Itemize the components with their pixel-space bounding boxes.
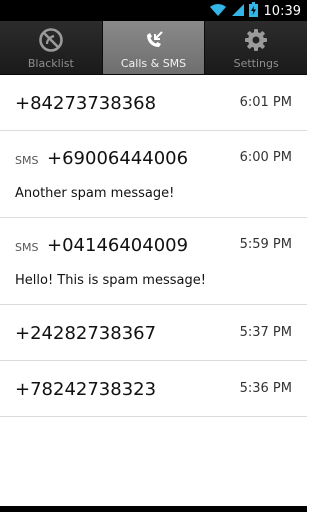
status-icons: 10:39 <box>209 2 301 21</box>
tab-label: Settings <box>233 57 279 70</box>
bottom-bar <box>0 506 307 512</box>
timestamp: 5:37 PM <box>239 325 292 340</box>
status-bar: 10:39 <box>0 0 307 21</box>
timestamp: 5:59 PM <box>239 237 292 252</box>
list-item[interactable]: SMS +69006444006 6:00 PM Another spam me… <box>0 131 307 218</box>
list-item[interactable]: +24282738367 5:37 PM <box>0 305 307 361</box>
timestamp: 6:01 PM <box>239 95 292 110</box>
wifi-icon <box>209 2 227 21</box>
message-text: Hello! This is spam message! <box>15 273 206 288</box>
phone-number: +69006444006 <box>47 148 189 169</box>
sms-badge: SMS <box>15 154 39 167</box>
gear-icon <box>243 27 269 53</box>
phone-number: +24282738367 <box>15 323 157 344</box>
phone-number: +78242738323 <box>15 379 157 400</box>
signal-icon <box>231 2 245 21</box>
phone-number: +84273738368 <box>15 93 157 114</box>
tab-label: Blacklist <box>27 57 74 70</box>
tab-bar: Blacklist Calls & SMS Settings <box>0 21 307 75</box>
list-item[interactable]: +78242738323 5:36 PM <box>0 361 307 417</box>
timestamp: 6:00 PM <box>239 150 292 165</box>
message-text: Another spam message! <box>15 186 175 201</box>
phone-number: +04146404009 <box>47 235 189 256</box>
tab-label: Calls & SMS <box>120 57 187 70</box>
timestamp: 5:36 PM <box>239 381 292 396</box>
calls-sms-list: +84273738368 6:01 PM SMS +69006444006 6:… <box>0 75 307 417</box>
list-item[interactable]: SMS +04146404009 5:59 PM Hello! This is … <box>0 218 307 305</box>
battery-charging-icon <box>248 2 258 21</box>
sms-badge: SMS <box>15 241 39 254</box>
tab-blacklist[interactable]: Blacklist <box>0 21 103 74</box>
blocked-icon <box>38 27 64 53</box>
tab-settings[interactable]: Settings <box>205 21 307 74</box>
status-time: 10:39 <box>263 4 301 19</box>
tab-calls-sms[interactable]: Calls & SMS <box>102 21 206 74</box>
list-item[interactable]: +84273738368 6:01 PM <box>0 75 307 131</box>
incoming-call-icon <box>141 27 167 53</box>
